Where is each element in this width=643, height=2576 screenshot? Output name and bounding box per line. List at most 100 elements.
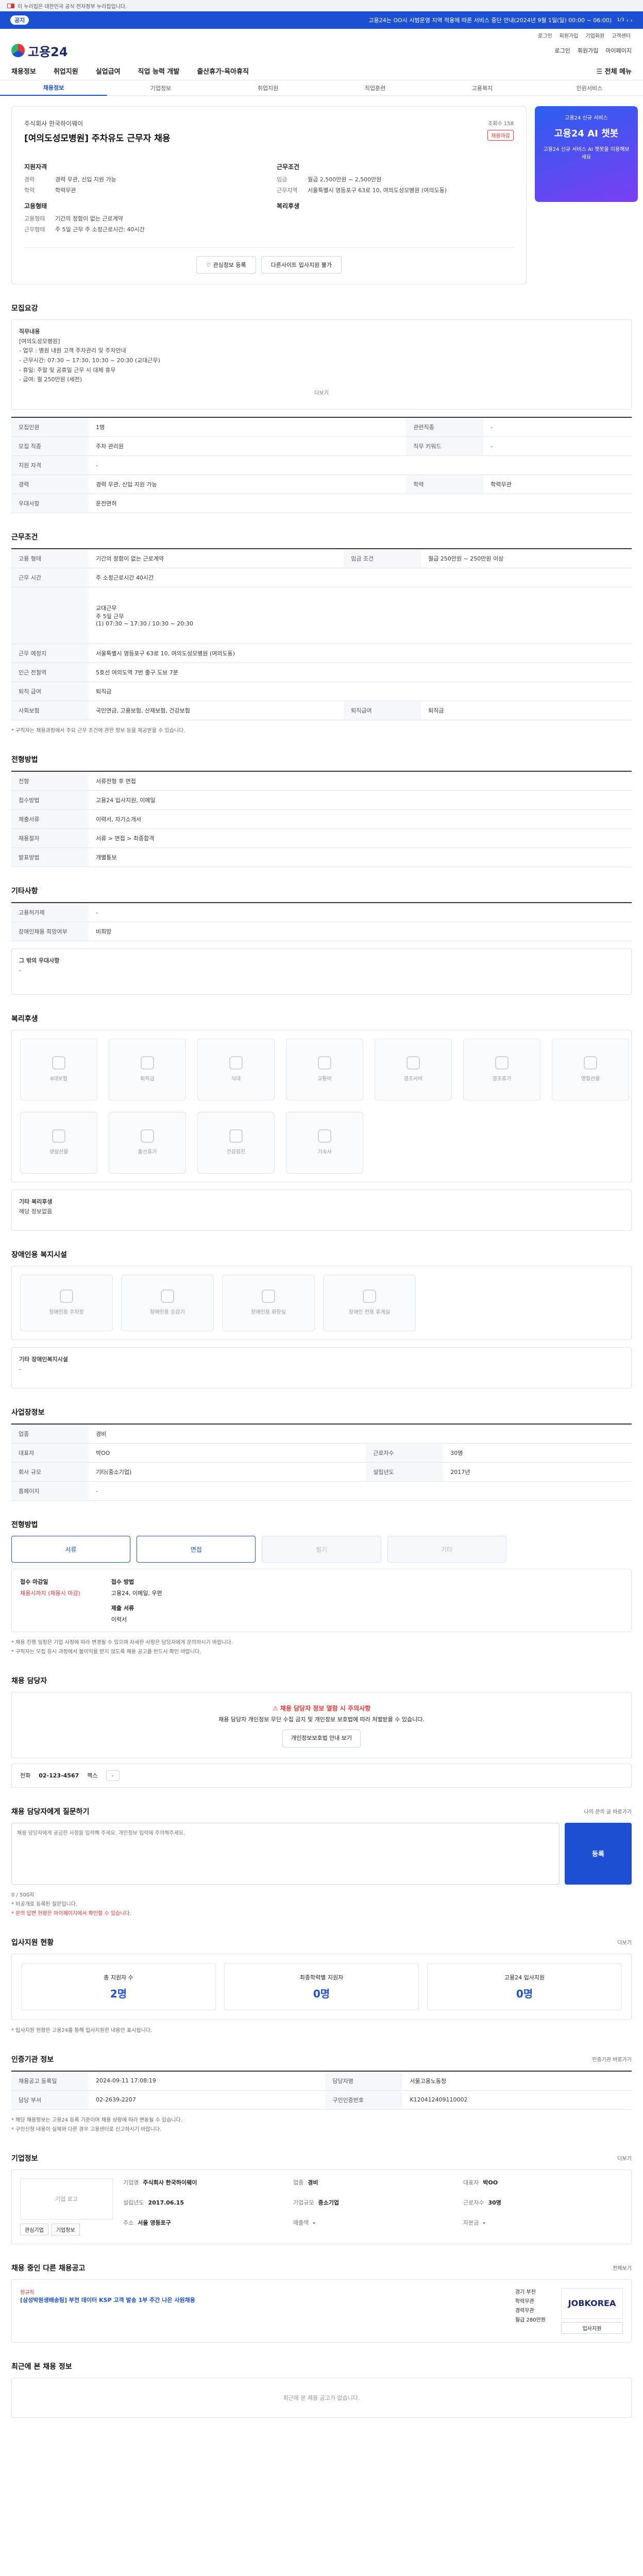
table-row: 담당 부서 02-2639-2207 구인인증번호 K120412409110002 [11,2090,632,2110]
login-button[interactable]: 로그인 [555,46,570,55]
announcement-bar: 공지 고용24는 OO시 시범운영 지역 적용에 따른 서비스 중단 안내(20… [0,11,643,29]
retirement-icon [141,1056,154,1070]
summary-row: 학력 학력무관 [24,187,76,194]
util-signup[interactable]: 회원가입 [560,31,579,39]
table-row: 고용 형태 기간의 정함이 없는 근로계약 임금 조건 월급 250만원 ~ 250만… [11,549,632,569]
apply-disabled-button[interactable]: 다른사이트 입사지원 불가 [261,256,342,274]
selection-section: 전형방법 서류 면접 필기 기타 접수 마감일 채용시까지 (채용시 마감) 접수… [0,1519,643,1657]
recruit-section: 모집요강 직무내용 [여의도성모병원] - 업무 : 병원 내원 고객 주차관리… [0,303,643,514]
agency-table: 채용공고 등록일 2024-09-11 17:08:19 담당자명 서울고용노동청 담… [11,2070,632,2110]
contact-phone: 전화 02-123-4567 팩스 - [11,1763,632,1788]
other-jobs-title: 채용 중인 다른 채용공고 [11,2264,86,2273]
tab-welfare[interactable]: 고용복지 [429,84,536,92]
privacy-button[interactable]: 개인정보보호법 안내 보기 [282,1729,361,1748]
welfare-section: 복리후생 4대보험 퇴직금 식대 교통비 경조사비 경조휴가 명절선물 생일선물… [0,1013,643,1231]
util-help[interactable]: 고객센터 [612,31,631,39]
submit-question-button[interactable]: 등록 [565,1822,632,1885]
tab-support[interactable]: 취업지원 [214,84,321,92]
other-job-title[interactable]: [삼성박원생배송팀] 부천 데이터 KSP 고객 발송 1부 주간 나은 사원채… [20,2296,500,2304]
qa-title: 채용 담당자에게 질문하기 [11,1807,90,1816]
step-interview: 면접 [137,1536,256,1563]
question-input[interactable] [11,1822,560,1885]
process-table: 전형 서류전형 후 면접 접수방법 고용24 입사지원, 이메일 제출서류 이력서, … [11,771,632,868]
contact-warning: ⚠ 채용 담당자 정보 열람 시 주의사항 채용 담당자 개인정보 무단 수집 … [11,1692,632,1758]
util-login[interactable]: 로그인 [538,31,552,39]
table-row: 회사 규모 기타(중소기업) 설립년도 2017년 [11,1462,632,1482]
baby-icon [141,1129,154,1143]
table-row: 장애인채용 희망여부 비희망 [11,922,632,942]
conditions-title: 근무조건 [277,163,300,171]
recent-section: 최근에 본 채용 정보 최근에 본 채용 공고가 없습니다. [0,2361,643,2418]
flag-icon [7,3,14,8]
table-row: 채용절차 서류 > 면접 > 최종합격 [11,828,632,849]
selection-notes: * 채용 진행 일정은 기업 사정에 따라 변경될 수 있으며 자세한 사항은 … [11,1640,233,1655]
job-actions: ♡ 관심정보 등록 다른사이트 입사지원 불가 [24,247,514,274]
process-section: 전형방법 전형 서류전형 후 면접 접수방법 고용24 입사지원, 이메일 제출서류… [0,754,643,868]
meal-icon [229,1056,243,1070]
company-more[interactable]: 더보기 [617,2154,632,2162]
tab-company[interactable]: 기업정보 [107,84,214,92]
company-info-button[interactable]: 기업정보 [51,2223,80,2235]
stats-note: * 입사지원 현황은 고용24를 통해 입사지원한 내용만 표시됩니다. [11,2027,153,2033]
nav-unemployment[interactable]: 실업급여 [96,66,121,76]
favorite-company-button[interactable]: 관심기업 [20,2223,48,2235]
site-logo[interactable]: 고용24 [11,42,68,60]
elevator-icon [161,1289,174,1303]
announcement-control[interactable]: 1/3 ‹ › [617,17,633,24]
wheelchair-icon [363,1289,376,1303]
qa-section: 채용 담당자에게 질문하기 나의 문의 글 바로가기 등록 0 / 500자* 비… [0,1806,643,1919]
closed-badge: 채용마감 [487,130,514,141]
nav-jobs[interactable]: 채용정보 [11,66,36,76]
duty-box: 직무내용 [여의도성모병원] - 업무 : 병원 내원 고객 주차관리 및 주차… [11,319,632,410]
signup-button[interactable]: 회원가입 [578,46,598,55]
table-row: 업종 경비 [11,1424,632,1444]
welfare-tile: 출산휴가 [109,1112,186,1174]
table-row: 퇴직 급여 퇴직금 [11,682,632,702]
welfare-tile: 퇴직금 [109,1039,186,1101]
header-tools: 로그인 회원가입 마이페이지 [555,46,632,55]
gov-banner: 이 누리집은 대한민국 공식 전자정부 누리집입니다. [0,0,643,11]
all-menu-button[interactable]: ☰ 전체 메뉴 [596,66,632,76]
agency-button[interactable]: 인증기관 바로가기 [592,2055,632,2063]
side-banner[interactable]: 고용24 신규 서비스 고용24 AI 챗봇 고용24 신규 서비스 AI 챗봇… [535,106,638,284]
nav-support[interactable]: 취업지원 [54,66,78,76]
process-title: 전형방법 [11,756,38,765]
stats-more[interactable]: 더보기 [617,1938,632,1946]
other-jobs-more[interactable]: 전체보기 [613,2264,632,2272]
nav-leave[interactable]: 출산휴가·육아휴직 [197,66,249,76]
table-row: 근무 시간 주 소정근로시간 40시간 [11,568,632,588]
chatbot-banner[interactable]: 고용24 신규 서비스 고용24 AI 챗봇 고용24 신규 서비스 AI 챗봇… [535,106,638,202]
table-row: 홈페이지 - [11,1481,632,1501]
work-table: 고용 형태 기간의 정함이 없는 근로계약 임금 조건 월급 250만원 ~ 250만… [11,548,632,721]
welfare-tile: 4대보험 [20,1039,97,1101]
util-corp[interactable]: 기업회원 [585,31,604,39]
table-row: 대표자 박OO 근로자수 30명 [11,1443,632,1463]
qualification-title: 지원자격 [24,163,47,171]
stat-card: 고용24 입사지원 0명 [427,1963,622,2010]
other-job-card[interactable]: 정규직 [삼성박원생배송팀] 부천 데이터 KSP 고객 발송 1부 주간 나은 … [11,2279,632,2343]
tab-jobs[interactable]: 채용정보 [0,80,107,96]
tab-civil[interactable]: 민원서비스 [536,84,643,92]
more-button[interactable]: 더보기 [19,385,624,402]
mypage-button[interactable]: 마이페이지 [605,46,632,55]
nav-training[interactable]: 직업 능력 개발 [138,66,180,76]
welfare-tile: 명절선물 [552,1039,629,1101]
warning-title: ⚠ 채용 담당자 정보 열람 시 주의사항 [272,1705,371,1713]
announcement-message[interactable]: 고용24는 OO시 시범운영 지역 적용에 따른 서비스 중단 안내(2024년… [369,16,612,24]
worksite-section: 사업장정보 업종 경비 대표자 박OO 근로자수 30명 회사 규모 기타(중소기업) 설립… [0,1407,643,1501]
summary-row: 근무지역 서울특별시 영등포구 63로 10, 여의도성모병원 (여의도동) [277,187,447,194]
work-title: 근무조건 [11,533,38,542]
company-section: 기업정보 더보기 기업 로고 관심기업 기업정보 기업명 주식회사 한국하이웨이 업… [0,2153,643,2244]
agency-title: 인증기관 정보 [11,2055,54,2064]
tab-training[interactable]: 직업훈련 [321,84,429,92]
qa-link[interactable]: 나의 문의 글 바로가기 [584,1807,632,1815]
holiday-icon [584,1056,597,1070]
summary-row: 근무형태 주 5일 근무 주 소정근로시간: 40시간 [24,226,145,233]
interest-button[interactable]: ♡ 관심정보 등록 [196,256,256,274]
table-row: 전형 서류전형 후 면접 [11,771,632,791]
util-links: 로그인 회원가입 기업회원 고객센터 [0,29,643,39]
company-name[interactable]: 주식회사 한국하이웨이 [24,119,171,128]
table-row: 지원 자격 - [11,455,632,476]
welfare-tile: 경조휴가 [463,1039,540,1101]
other-apply-button[interactable]: 입사지원 [561,2321,623,2334]
